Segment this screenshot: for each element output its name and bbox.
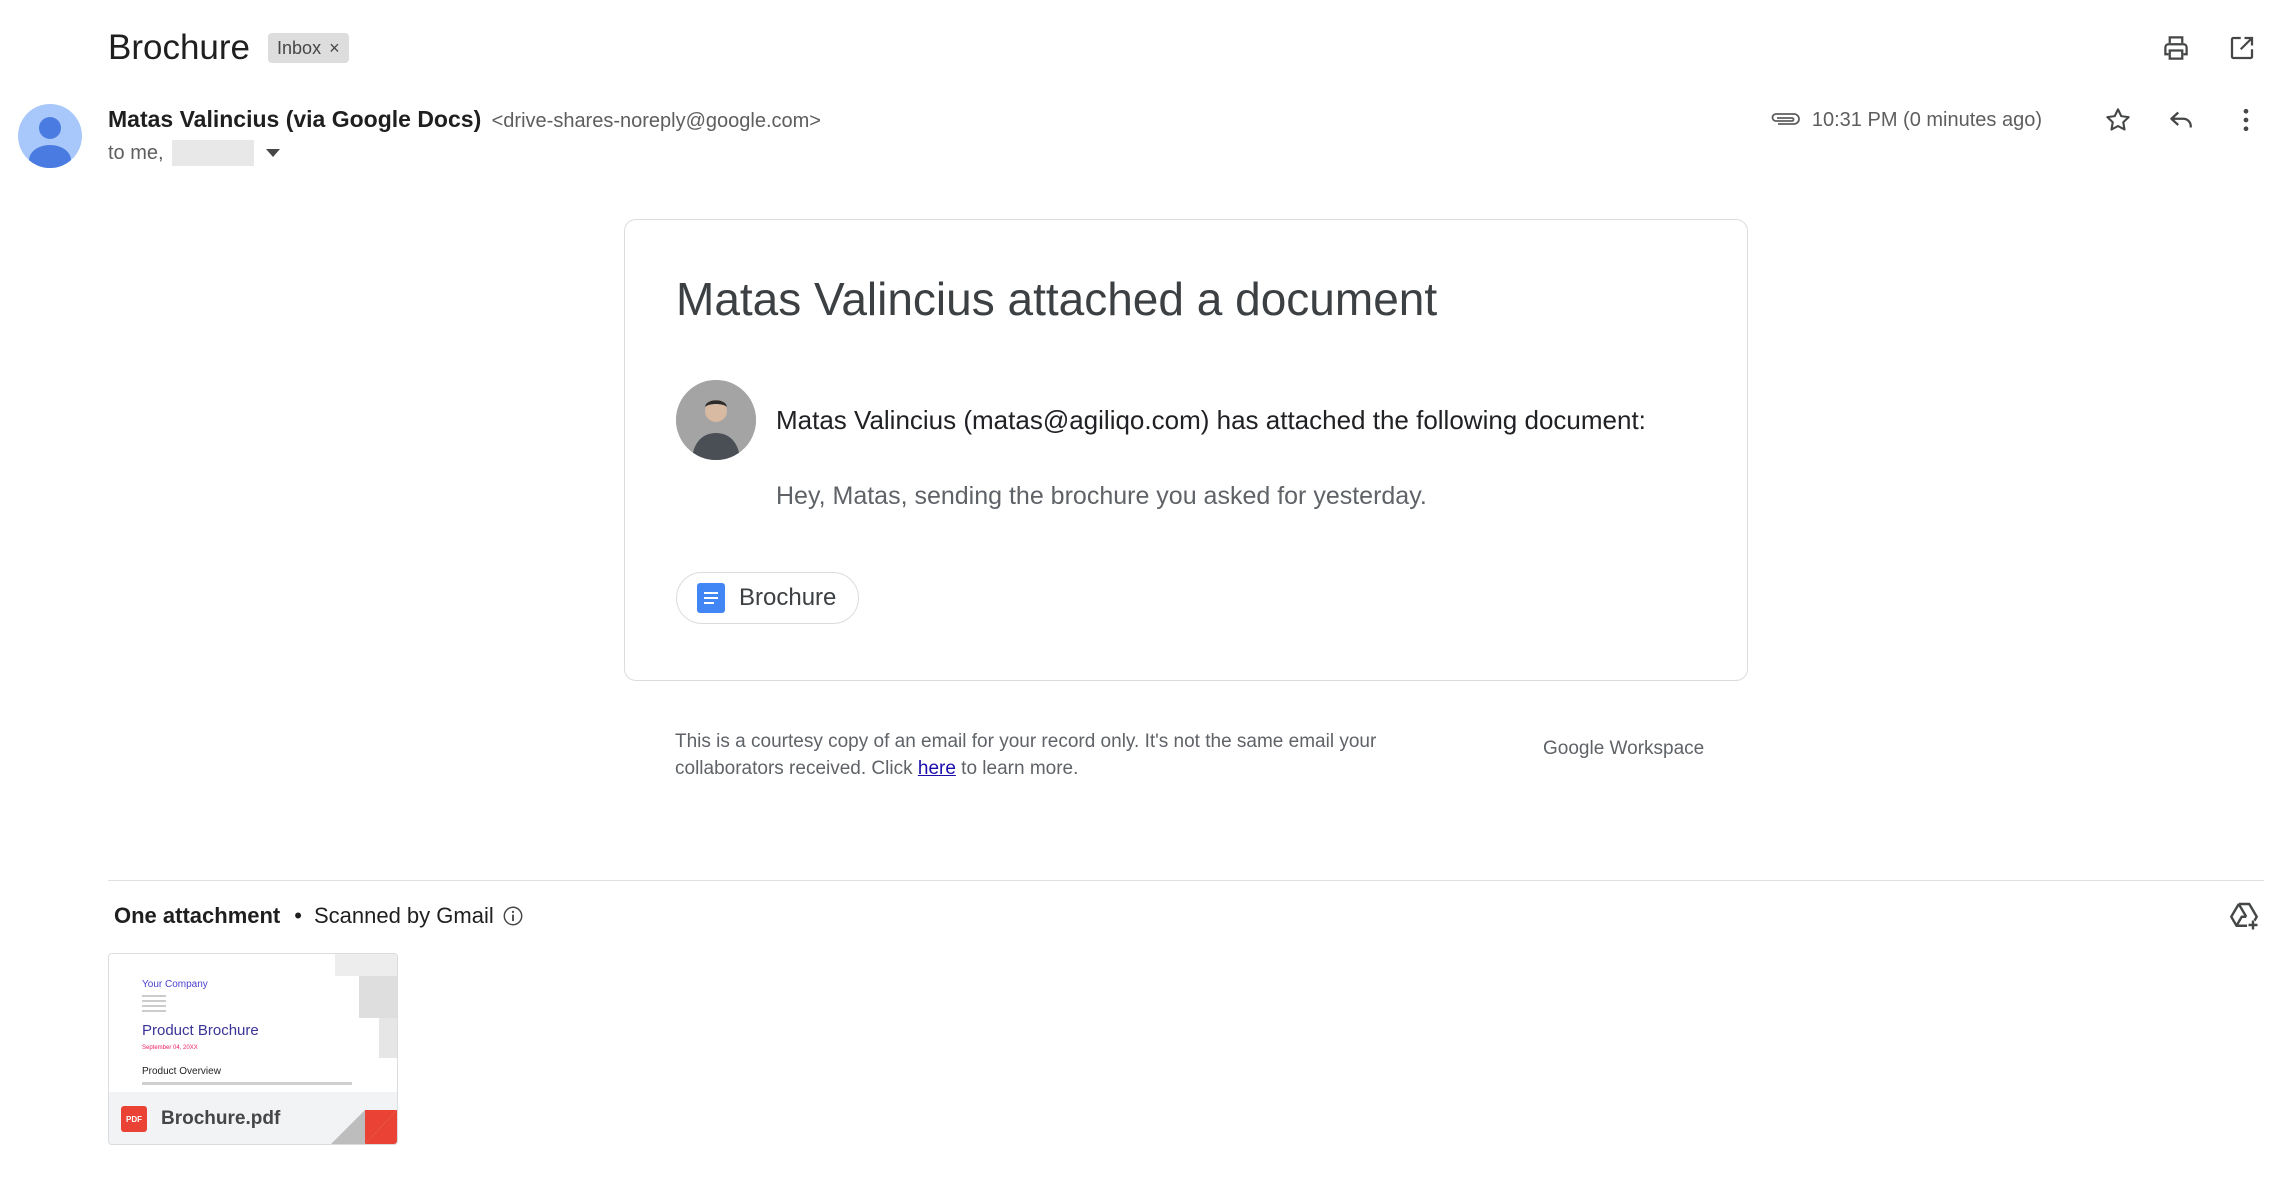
- recipients-label: to me,: [108, 141, 164, 164]
- message-meta: 10:31 PM (0 minutes ago): [1768, 102, 2264, 138]
- thumb-decor: [359, 976, 397, 1018]
- subject-row: Brochure Inbox ×: [108, 26, 349, 70]
- document-name: Brochure: [739, 584, 837, 611]
- thumb-title: Product Brochure: [142, 1022, 259, 1039]
- attachment-thumbnail: Your Company Product Brochure September …: [109, 954, 397, 1092]
- timestamp: 10:31 PM (0 minutes ago): [1811, 108, 2042, 131]
- thumb-company: Your Company: [142, 979, 208, 990]
- open-document-button[interactable]: Brochure: [676, 572, 860, 624]
- thumb-decor: [335, 954, 397, 976]
- pdf-corner-fold: [331, 1110, 397, 1144]
- share-message: Hey, Matas, sending the brochure you ask…: [776, 482, 1427, 510]
- sender-name[interactable]: Matas Valincius (via Google Docs): [108, 106, 481, 132]
- email-subject: Brochure: [108, 28, 251, 67]
- separator-dot: •: [294, 903, 302, 928]
- card-title: Matas Valincius attached a document: [676, 273, 1438, 325]
- info-icon[interactable]: [502, 905, 524, 927]
- attachment-count: One attachment: [114, 903, 281, 928]
- sender-email: <drive-shares-noreply@google.com>: [491, 110, 821, 132]
- workspace-logo-google: Google: [1543, 738, 1605, 759]
- default-avatar-icon: [29, 117, 71, 168]
- courtesy-text-end: to learn more.: [955, 758, 1079, 779]
- print-button[interactable]: [2158, 30, 2194, 66]
- show-details-icon[interactable]: [265, 149, 280, 157]
- sharer-avatar: [676, 380, 756, 460]
- reply-icon: [2170, 111, 2192, 128]
- add-to-drive-icon[interactable]: [2226, 898, 2262, 934]
- thumb-date: September 04, 20XX: [142, 1045, 198, 1051]
- courtesy-note: This is a courtesy copy of an email for …: [675, 728, 1465, 782]
- open-in-new-window-icon: [2230, 36, 2254, 60]
- thumb-section: Product Overview: [142, 1066, 221, 1077]
- attachment-filename: Brochure.pdf: [161, 1108, 281, 1129]
- paperclip-icon: [1771, 113, 1800, 125]
- star-button[interactable]: [2100, 102, 2136, 138]
- redacted-recipient: [171, 140, 254, 166]
- share-description: Matas Valincius (matas@agiliqo.com) has …: [776, 405, 1646, 435]
- person-photo-icon: [676, 380, 756, 460]
- reply-button[interactable]: [2164, 102, 2200, 138]
- recipients-line: to me,: [108, 140, 280, 166]
- pdf-icon: PDF: [121, 1106, 147, 1132]
- sender-line: Matas Valincius (via Google Docs) <drive…: [108, 106, 821, 133]
- google-docs-icon: [697, 583, 725, 613]
- top-toolbar: [2158, 30, 2260, 66]
- learn-more-link[interactable]: here: [918, 758, 956, 779]
- share-card: Matas Valincius attached a document Mata…: [624, 219, 1748, 681]
- more-vert-icon: [2243, 108, 2249, 132]
- thumb-body-text: [142, 1082, 352, 1085]
- scanned-label: Scanned by Gmail: [313, 903, 494, 928]
- attachment-card[interactable]: Your Company Product Brochure September …: [108, 953, 398, 1145]
- open-in-new-window-button[interactable]: [2224, 30, 2260, 66]
- google-workspace-logo: Google Workspace: [1543, 738, 1704, 760]
- sender-avatar[interactable]: [18, 104, 82, 168]
- attachments-divider: [108, 880, 2264, 881]
- print-icon: [2164, 36, 2188, 60]
- attachments-header: One attachment • Scanned by Gmail: [114, 903, 524, 929]
- star-icon: [2106, 108, 2130, 131]
- more-options-button[interactable]: [2228, 102, 2264, 138]
- workspace-logo-word: Workspace: [1604, 738, 1705, 759]
- thumb-decor: [379, 1018, 397, 1058]
- remove-label-icon[interactable]: ×: [329, 38, 340, 59]
- label-text: Inbox: [277, 37, 322, 58]
- inbox-label-chip[interactable]: Inbox ×: [268, 33, 349, 63]
- thumb-address-lines: [142, 995, 166, 1013]
